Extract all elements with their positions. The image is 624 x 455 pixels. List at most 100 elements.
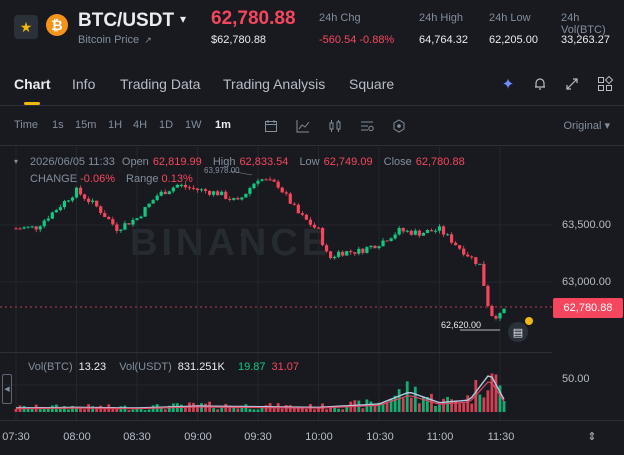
candle-body bbox=[369, 245, 373, 248]
close-value: 62,780.88 bbox=[415, 156, 465, 168]
volume-legend: Vol(BTC) 13.23 Vol(USDT) 831.251K 19.87 31.… bbox=[14, 361, 299, 373]
candle-body bbox=[127, 223, 131, 225]
vol-ma1-value: 19.87 bbox=[237, 361, 266, 373]
time-tick: 10:00 bbox=[305, 431, 333, 443]
low-label: Low bbox=[299, 156, 320, 168]
candle-body bbox=[284, 192, 288, 194]
candle-body bbox=[151, 200, 155, 204]
candle-body bbox=[191, 187, 196, 189]
candle-body bbox=[216, 191, 220, 196]
candles bbox=[14, 176, 506, 322]
candle-body bbox=[413, 230, 417, 235]
candle-body bbox=[333, 256, 337, 259]
candle-body bbox=[236, 198, 240, 200]
candle-body bbox=[30, 226, 34, 228]
candle-body bbox=[441, 226, 446, 235]
current-price-tag: 62,780.88 bbox=[553, 298, 623, 318]
candle-body bbox=[111, 219, 115, 225]
candle-body bbox=[365, 247, 369, 253]
candle-body bbox=[14, 228, 18, 230]
candle-body bbox=[304, 214, 308, 220]
candle-body bbox=[470, 256, 474, 258]
auto-fit-icon[interactable]: ⇕ bbox=[585, 429, 599, 443]
low-value: 62,749.09 bbox=[323, 156, 373, 168]
candle-body bbox=[95, 200, 99, 207]
candle-body bbox=[268, 179, 272, 181]
candle-body bbox=[58, 207, 62, 211]
candle-body bbox=[224, 191, 228, 199]
open-label: Open bbox=[121, 156, 149, 168]
candle-body bbox=[139, 216, 143, 219]
candle-body bbox=[462, 248, 466, 255]
candle-body bbox=[240, 197, 244, 200]
candle-body bbox=[143, 207, 147, 217]
candle-body bbox=[228, 198, 232, 200]
notes-icon[interactable]: ▤ bbox=[508, 322, 528, 342]
candle-body bbox=[482, 263, 486, 286]
candle-body bbox=[349, 251, 353, 253]
candle-body bbox=[203, 189, 208, 192]
candle-body bbox=[502, 308, 506, 314]
time-tick: 09:00 bbox=[184, 431, 212, 443]
candle-body bbox=[357, 248, 361, 254]
vol-btc-label: Vol(BTC) bbox=[28, 361, 73, 373]
change-legend: CHANGE -0.06% Range 0.13% bbox=[30, 173, 201, 185]
candle-body bbox=[337, 251, 341, 257]
time-tick: 11:00 bbox=[426, 431, 454, 443]
candle-body bbox=[373, 245, 377, 249]
candle-body bbox=[276, 181, 280, 188]
candle-body bbox=[341, 251, 345, 256]
candle-body bbox=[99, 206, 103, 214]
candle-body bbox=[292, 203, 296, 205]
candle-body bbox=[74, 187, 79, 198]
candle-body bbox=[167, 191, 171, 195]
candle-body bbox=[385, 240, 389, 242]
candle-body bbox=[445, 234, 450, 236]
candle-body bbox=[264, 179, 268, 181]
candle-body bbox=[498, 313, 502, 319]
vol-usdt-label: Vol(USDT) bbox=[119, 361, 172, 373]
candle-body bbox=[183, 184, 187, 188]
candle-body bbox=[405, 230, 409, 232]
candle-body bbox=[377, 246, 381, 249]
high-marker-label: 63,978.00 bbox=[204, 166, 240, 175]
candle-body bbox=[244, 193, 248, 198]
candle-body bbox=[212, 191, 216, 195]
candle-body bbox=[42, 220, 46, 227]
candle-body bbox=[123, 223, 127, 230]
candle-body bbox=[147, 203, 151, 208]
vol-ma2-value: 31.07 bbox=[271, 361, 300, 373]
candle-body bbox=[199, 189, 204, 191]
candle-body bbox=[131, 219, 135, 225]
close-label: Close bbox=[383, 156, 412, 168]
candle-body bbox=[433, 230, 438, 232]
candle-body bbox=[454, 242, 458, 246]
candle-body bbox=[381, 240, 385, 247]
low-marker-label: 62,620.00 bbox=[441, 320, 482, 330]
candle-body bbox=[425, 230, 429, 233]
candle-body bbox=[119, 229, 123, 231]
candle-body bbox=[458, 245, 462, 249]
candle-body bbox=[353, 252, 357, 254]
candle-body bbox=[320, 228, 325, 246]
scroll-left-handle[interactable]: ◀ bbox=[2, 374, 12, 404]
range-label: Range bbox=[126, 173, 159, 185]
candle-body bbox=[324, 245, 329, 252]
candle-body bbox=[450, 234, 454, 243]
change-value: -0.06% bbox=[80, 173, 115, 185]
candle-body bbox=[38, 226, 42, 230]
candle-body bbox=[437, 226, 442, 231]
price-tick: 63,500.00 bbox=[562, 219, 611, 231]
candle-body bbox=[486, 285, 490, 306]
candle-body bbox=[490, 305, 494, 317]
candle-body bbox=[393, 234, 397, 239]
candle-body bbox=[46, 218, 50, 221]
price-tick: 63,000.00 bbox=[562, 276, 611, 288]
candle-body bbox=[18, 228, 22, 230]
candle-body bbox=[66, 200, 71, 202]
candle-body bbox=[34, 226, 38, 230]
candle-body bbox=[135, 218, 139, 220]
candle-body bbox=[159, 191, 163, 196]
candle-body bbox=[103, 213, 107, 218]
candle-body bbox=[87, 198, 91, 202]
